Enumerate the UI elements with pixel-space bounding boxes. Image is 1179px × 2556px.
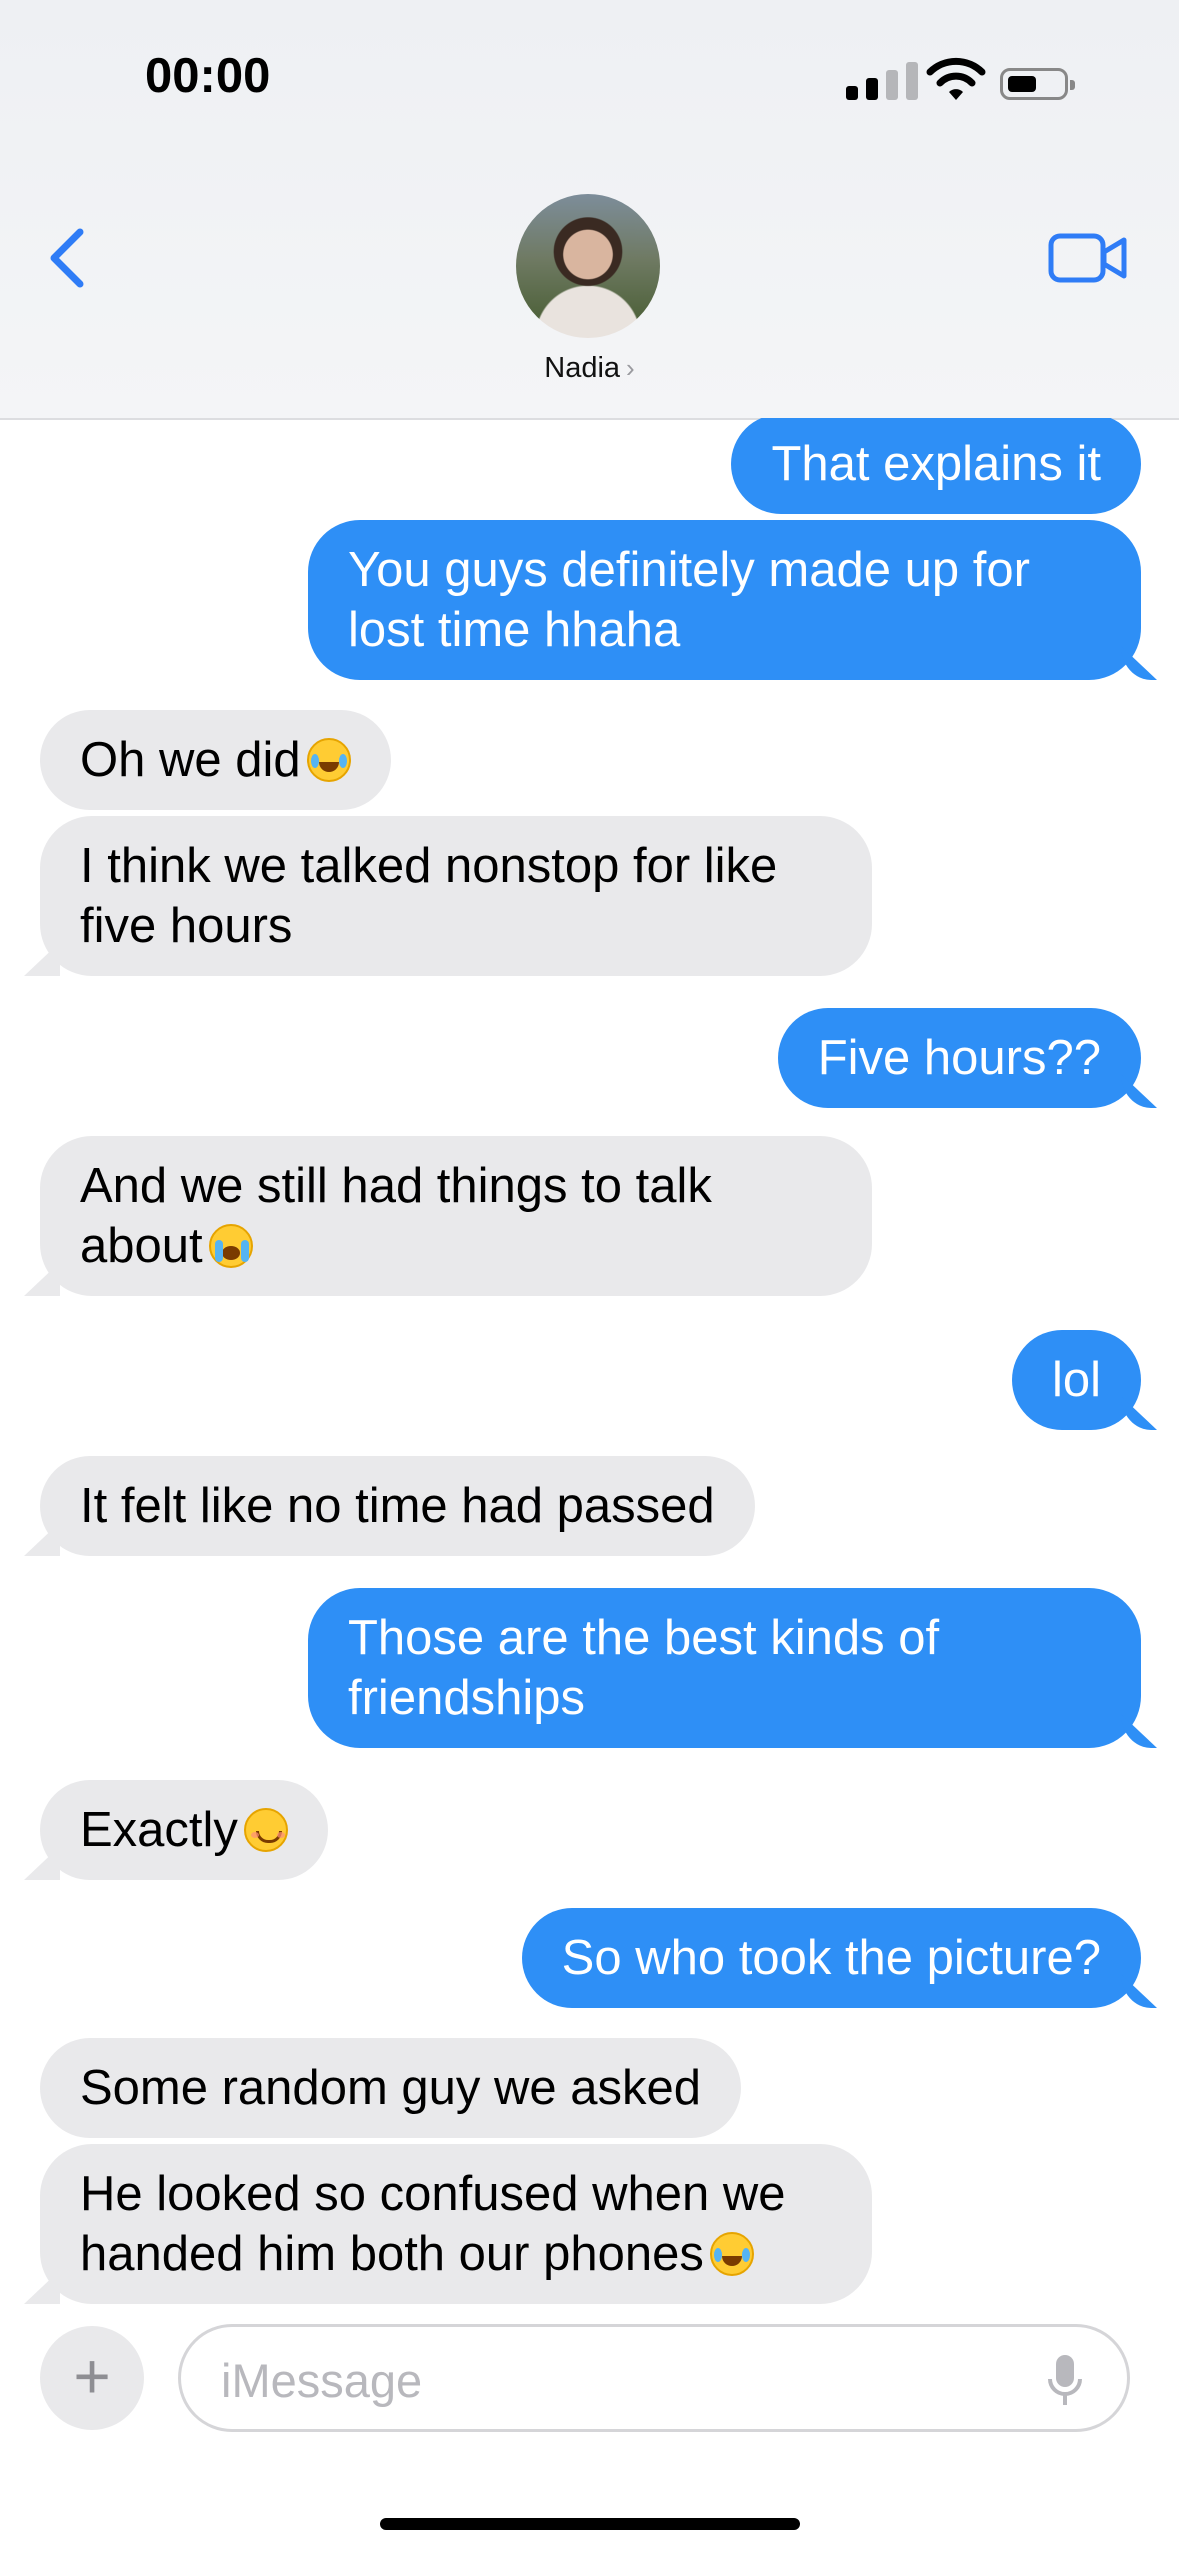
- back-chevron-icon[interactable]: [46, 226, 88, 290]
- plus-button[interactable]: +: [40, 2326, 144, 2430]
- conversation-header: 00:00 Nadia ›: [0, 0, 1179, 420]
- message-bubble-incoming[interactable]: And we still had things to talk about: [40, 1136, 872, 1296]
- message-bubble-outgoing[interactable]: Those are the best kinds of friendships: [308, 1588, 1141, 1748]
- message-bubble-incoming[interactable]: Exactly: [40, 1780, 328, 1880]
- message-bubble-incoming[interactable]: Some random guy we asked: [40, 2038, 741, 2138]
- chevron-right-icon: ›: [626, 353, 635, 383]
- message-bubble-outgoing[interactable]: lol: [1011, 1330, 1141, 1430]
- message-bubble-outgoing[interactable]: So who took the picture?: [521, 1908, 1141, 2008]
- message-bubble-incoming[interactable]: It felt like no time had passed: [40, 1456, 755, 1556]
- smiling-emoji-icon: [243, 1808, 288, 1852]
- home-indicator[interactable]: [380, 2518, 800, 2530]
- mic-icon[interactable]: [1047, 2353, 1083, 2409]
- message-thread: That explains it You guys definitely mad…: [0, 418, 1179, 2318]
- message-bubble-incoming[interactable]: Oh we did: [40, 710, 391, 810]
- signal-icon: [846, 58, 918, 100]
- message-input[interactable]: iMessage: [178, 2324, 1130, 2432]
- contact-name[interactable]: Nadia ›: [0, 352, 1179, 385]
- status-time: 00:00: [145, 49, 271, 103]
- message-bubble-outgoing[interactable]: You guys definitely made up for lost tim…: [308, 520, 1141, 680]
- message-input-placeholder: iMessage: [221, 2354, 423, 2407]
- laughing-emoji-icon: [709, 2232, 754, 2276]
- message-bubble-incoming[interactable]: He looked so confused when we handed him…: [40, 2144, 872, 2304]
- video-call-icon[interactable]: [1048, 232, 1128, 284]
- message-bubble-outgoing[interactable]: Five hours??: [777, 1008, 1141, 1108]
- contact-avatar[interactable]: [516, 194, 660, 338]
- message-bubble-incoming[interactable]: I think we talked nonstop for like five …: [40, 816, 872, 976]
- wifi-icon: [926, 57, 986, 100]
- crying-emoji-icon: [208, 1224, 253, 1268]
- message-bubble-outgoing[interactable]: That explains it: [731, 418, 1141, 514]
- laughing-emoji-icon: [306, 738, 351, 782]
- battery-icon: [1000, 68, 1075, 100]
